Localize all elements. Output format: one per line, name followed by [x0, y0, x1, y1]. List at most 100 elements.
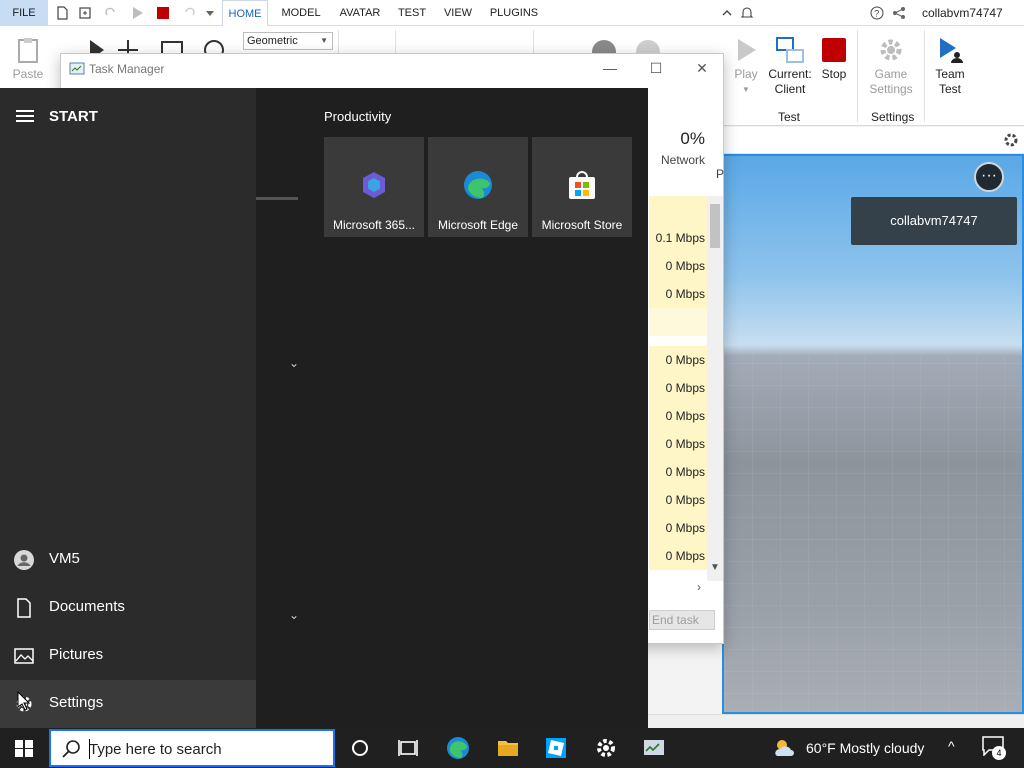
- play-icon: [738, 39, 756, 61]
- task-view-icon[interactable]: [396, 736, 420, 760]
- collapse-ribbon-icon[interactable]: [720, 6, 734, 20]
- network-cell: 0 Mbps: [649, 430, 707, 458]
- end-task-button[interactable]: End task: [649, 610, 715, 630]
- scroll-down-icon[interactable]: ▼: [710, 562, 720, 573]
- rail-item-user[interactable]: VM5: [0, 536, 256, 584]
- customize-quick-access-icon[interactable]: [203, 6, 217, 20]
- transform-mode-select[interactable]: Geometric ▼: [243, 32, 333, 50]
- chevron-down-icon[interactable]: ⌄: [286, 356, 302, 372]
- tile-microsoft-365[interactable]: Microsoft 365...: [324, 137, 424, 237]
- rail-item-documents[interactable]: Documents: [0, 584, 256, 632]
- stop-button[interactable]: Stop: [816, 36, 852, 82]
- taskbar-search-box[interactable]: Type here to search: [49, 729, 335, 767]
- gear-icon[interactable]: [594, 736, 618, 760]
- network-cell: [649, 196, 707, 224]
- stop-label: Stop: [821, 67, 847, 81]
- game-settings-label-2: Settings: [869, 82, 913, 96]
- task-manager-title: Task Manager: [89, 62, 165, 76]
- share-icon[interactable]: [892, 6, 906, 20]
- roblox-studio-icon[interactable]: [544, 736, 568, 760]
- power-column-header[interactable]: P: [716, 167, 724, 181]
- stop-quick-icon[interactable]: [156, 6, 170, 20]
- view-settings-gear-icon[interactable]: [1002, 131, 1020, 149]
- game-settings-label-1: Game: [874, 67, 908, 81]
- studio-username[interactable]: collabvm74747: [922, 0, 1003, 26]
- network-cell: 0.1 Mbps: [649, 224, 707, 252]
- cortana-icon[interactable]: [348, 736, 372, 760]
- process-list-vertical-scrollbar[interactable]: ▼: [707, 196, 723, 581]
- team-test-label-1: Team: [935, 67, 965, 81]
- task-manager-taskbar-icon[interactable]: [642, 736, 666, 760]
- ribbon-divider: [857, 30, 858, 122]
- tab-model[interactable]: MODEL: [278, 0, 324, 26]
- tile-label: Microsoft Edge: [437, 218, 519, 232]
- weather-text[interactable]: 60°F Mostly cloudy: [806, 740, 924, 756]
- start-button[interactable]: [0, 728, 48, 768]
- current-client-button[interactable]: Current: Client: [766, 36, 814, 97]
- network-percent: 0%: [680, 129, 705, 148]
- network-cell: 0 Mbps: [649, 542, 707, 570]
- tab-home[interactable]: HOME: [222, 0, 268, 27]
- help-icon[interactable]: ?: [870, 6, 884, 20]
- paste-button[interactable]: Paste: [8, 36, 48, 82]
- game-settings-button[interactable]: Game Settings: [866, 36, 916, 97]
- store-icon: [569, 171, 595, 199]
- tile-label: Microsoft Store: [541, 218, 623, 232]
- tab-test[interactable]: TEST: [394, 0, 430, 26]
- tab-plugins[interactable]: PLUGINS: [486, 0, 542, 26]
- file-tab[interactable]: FILE: [0, 0, 48, 26]
- chevron-up-icon[interactable]: ^: [948, 738, 955, 754]
- rail-item-label: VM5: [49, 550, 80, 567]
- undo-icon[interactable]: [182, 6, 196, 20]
- search-placeholder: Type here to search: [89, 741, 222, 758]
- weather-cloudy-icon[interactable]: [772, 736, 796, 760]
- mouse-cursor-icon: [17, 691, 31, 711]
- notifications-bell-icon[interactable]: [740, 6, 754, 20]
- scrollbar-thumb[interactable]: [710, 204, 720, 248]
- new-file-icon[interactable]: [55, 6, 69, 20]
- tile-label: Microsoft 365...: [332, 218, 416, 232]
- scroll-right-icon[interactable]: ›: [697, 580, 701, 594]
- action-center-button[interactable]: 4: [982, 736, 1006, 760]
- tab-view[interactable]: VIEW: [440, 0, 476, 26]
- hamburger-menu-icon[interactable]: [16, 110, 34, 125]
- game-viewport[interactable]: ··· collabvm74747: [722, 154, 1024, 714]
- user-icon: [14, 550, 34, 570]
- rail-item-label: Settings: [49, 694, 104, 711]
- minimize-button[interactable]: —: [587, 54, 633, 84]
- player-name-panel: collabvm74747: [851, 197, 1017, 245]
- edge-icon[interactable]: [446, 736, 470, 760]
- file-explorer-icon[interactable]: [496, 736, 520, 760]
- notification-count-badge: 4: [992, 746, 1006, 760]
- play-quick-icon[interactable]: [130, 6, 144, 20]
- start-menu: START ⌄ ⌄ Productivity Microsoft 365... …: [0, 88, 648, 728]
- chevron-down-icon[interactable]: ⌄: [286, 608, 302, 624]
- rail-item-pictures[interactable]: Pictures: [0, 632, 256, 680]
- network-cell: [649, 308, 707, 336]
- viewport-horizontal-scrollbar[interactable]: [648, 714, 1024, 728]
- redo-icon[interactable]: [104, 6, 118, 20]
- network-column-header[interactable]: 0% Network: [649, 129, 705, 167]
- maximize-button[interactable]: ☐: [633, 54, 679, 84]
- play-button[interactable]: Play ▼: [728, 36, 764, 97]
- gear-icon: [880, 39, 902, 61]
- close-button[interactable]: ✕: [679, 54, 725, 84]
- network-cell: 0 Mbps: [649, 402, 707, 430]
- network-cell: 0 Mbps: [649, 514, 707, 542]
- open-file-icon[interactable]: [78, 6, 92, 20]
- baseplate-grid: [724, 356, 1022, 712]
- network-header-label: Network: [660, 153, 705, 167]
- team-test-button[interactable]: Team Test: [930, 36, 970, 97]
- tile-microsoft-store[interactable]: Microsoft Store: [532, 137, 632, 237]
- rail-item-settings[interactable]: Settings: [0, 680, 256, 728]
- tab-avatar[interactable]: AVATAR: [336, 0, 384, 26]
- play-label: Play: [734, 67, 758, 81]
- paste-label: Paste: [12, 67, 44, 81]
- rail-item-label: Pictures: [49, 646, 104, 663]
- microsoft-365-icon: [363, 172, 385, 198]
- task-manager-titlebar[interactable]: Task Manager — ☐ ✕: [61, 54, 723, 84]
- rail-item-label: Documents: [49, 598, 125, 615]
- tile-microsoft-edge[interactable]: Microsoft Edge: [428, 137, 528, 237]
- ellipsis-icon[interactable]: ···: [974, 162, 1004, 192]
- network-cell: 0 Mbps: [649, 252, 707, 280]
